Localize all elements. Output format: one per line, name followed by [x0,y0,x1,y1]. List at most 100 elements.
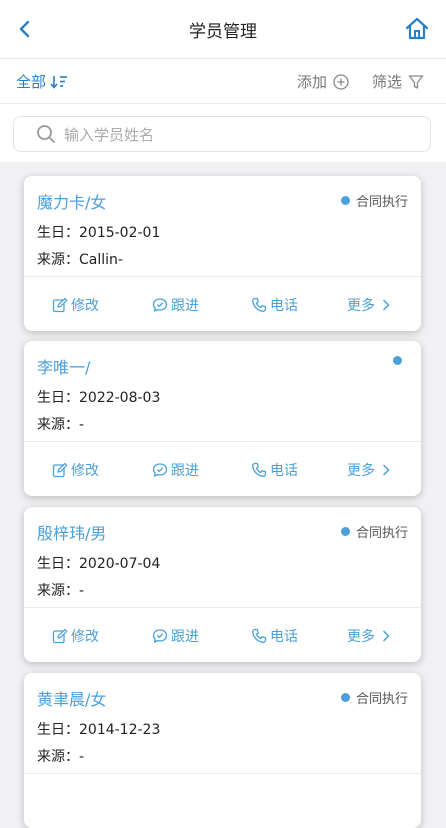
chat-check-icon [152,629,168,643]
source-row: 来源：- [37,580,84,600]
source-value: - [79,417,85,433]
chat-check-icon [152,298,168,312]
follow-up-button[interactable]: 跟进 [152,295,199,315]
card-actions: 修改 跟进 电话 更多 [24,608,421,662]
more-button[interactable]: 更多 [347,295,393,315]
birthday-row: 生日：2014-12-23 [37,719,160,739]
top-nav-bar: 学员管理 [0,0,446,59]
student-card[interactable]: 魔力卡/女 合同执行 生日：2015-02-01 来源：Callin- 修改 跟… [24,176,421,331]
status-badge: 合同执行 [340,522,408,541]
follow-up-label: 跟进 [171,463,199,479]
more-label: 更多 [347,629,375,645]
status-dot [340,196,350,205]
status-badge: 合同执行 [340,191,408,210]
more-button[interactable]: 更多 [347,460,393,480]
more-label: 更多 [347,463,375,479]
source-value: - [79,749,85,765]
source-label: 来源： [37,252,79,268]
status-text: 合同执行 [355,195,408,210]
status-badge: 合同执行 [340,688,408,707]
chevron-right-icon [382,299,390,311]
edit-button[interactable]: 修改 [52,295,99,315]
edit-label: 修改 [71,298,99,314]
chat-check-icon [152,463,168,477]
filter-button[interactable]: 筛选 [372,71,424,92]
card-actions: 修改 跟进 电话 更多 [24,442,421,496]
chevron-right-icon [382,464,390,476]
status-dot [340,693,350,702]
edit-label: 修改 [71,463,99,479]
call-label: 电话 [270,463,298,479]
edit-label: 修改 [71,629,99,645]
edit-icon [52,462,68,478]
birthday-label: 生日： [37,390,79,406]
add-label: 添加 [297,73,328,91]
source-label: 来源： [37,417,79,433]
birthday-label: 生日： [37,722,79,738]
edit-icon [52,297,68,313]
follow-up-button[interactable]: 跟进 [152,626,199,646]
source-row: 来源：- [37,414,84,434]
more-label: 更多 [347,298,375,314]
chevron-right-icon [382,630,390,642]
search-icon [37,125,55,143]
birthday-label: 生日： [37,556,79,572]
call-button[interactable]: 电话 [251,295,298,315]
plus-circle-icon [333,73,349,90]
phone-icon [252,628,267,643]
follow-up-label: 跟进 [171,298,199,314]
birthday-label: 生日： [37,225,79,241]
status-badge [393,356,408,365]
birthday-value: 2015-02-01 [79,225,161,241]
status-text: 合同执行 [355,526,408,541]
student-card[interactable]: 黄聿晨/女 合同执行 生日：2014-12-23 来源：- [24,673,421,828]
source-row: 来源：Callin- [37,249,123,269]
status-dot [393,356,402,365]
status-text: 合同执行 [355,692,408,707]
filter-toolbar: 全部 添加 筛选 [0,59,446,104]
edit-button[interactable]: 修改 [52,460,99,480]
all-sort-button[interactable]: 全部 [16,71,68,92]
source-value: Callin- [79,252,123,268]
call-button[interactable]: 电话 [251,626,298,646]
student-card[interactable]: 李唯一/ 生日：2022-08-03 来源：- 修改 跟进 电话 更多 [24,341,421,496]
phone-icon [252,462,267,477]
more-button[interactable]: 更多 [347,626,393,646]
funnel-icon [408,74,424,89]
call-label: 电话 [270,629,298,645]
student-name: 李唯一/ [37,358,91,377]
birthday-row: 生日：2022-08-03 [37,387,160,407]
all-label: 全部 [16,73,47,91]
birthday-row: 生日：2020-07-04 [37,553,160,573]
student-name: 黄聿晨/女 [37,690,107,709]
phone-icon [252,297,267,312]
follow-up-button[interactable]: 跟进 [152,460,199,480]
birthday-row: 生日：2015-02-01 [37,222,160,242]
sort-icon [50,75,68,89]
search-box[interactable] [13,116,431,152]
call-button[interactable]: 电话 [251,460,298,480]
student-name: 魔力卡/女 [37,193,107,212]
student-card[interactable]: 殷梓玮/男 合同执行 生日：2020-07-04 来源：- 修改 跟进 电话 更… [24,507,421,662]
edit-button[interactable]: 修改 [52,626,99,646]
page-title: 学员管理 [189,22,257,42]
add-button[interactable]: 添加 [297,71,349,92]
source-label: 来源： [37,749,79,765]
source-label: 来源： [37,583,79,599]
follow-up-label: 跟进 [171,629,199,645]
birthday-value: 2020-07-04 [79,556,161,572]
birthday-value: 2014-12-23 [79,722,161,738]
home-icon[interactable] [404,16,430,42]
filter-label: 筛选 [372,73,403,91]
search-input[interactable] [62,122,406,148]
card-divider [24,773,421,774]
edit-icon [52,628,68,644]
search-bar-area [0,104,446,162]
source-value: - [79,583,85,599]
birthday-value: 2022-08-03 [79,390,161,406]
call-label: 电话 [270,298,298,314]
status-dot [340,527,350,536]
card-actions: 修改 跟进 电话 更多 [24,277,421,331]
source-row: 来源：- [37,746,84,766]
student-name: 殷梓玮/男 [37,524,107,543]
